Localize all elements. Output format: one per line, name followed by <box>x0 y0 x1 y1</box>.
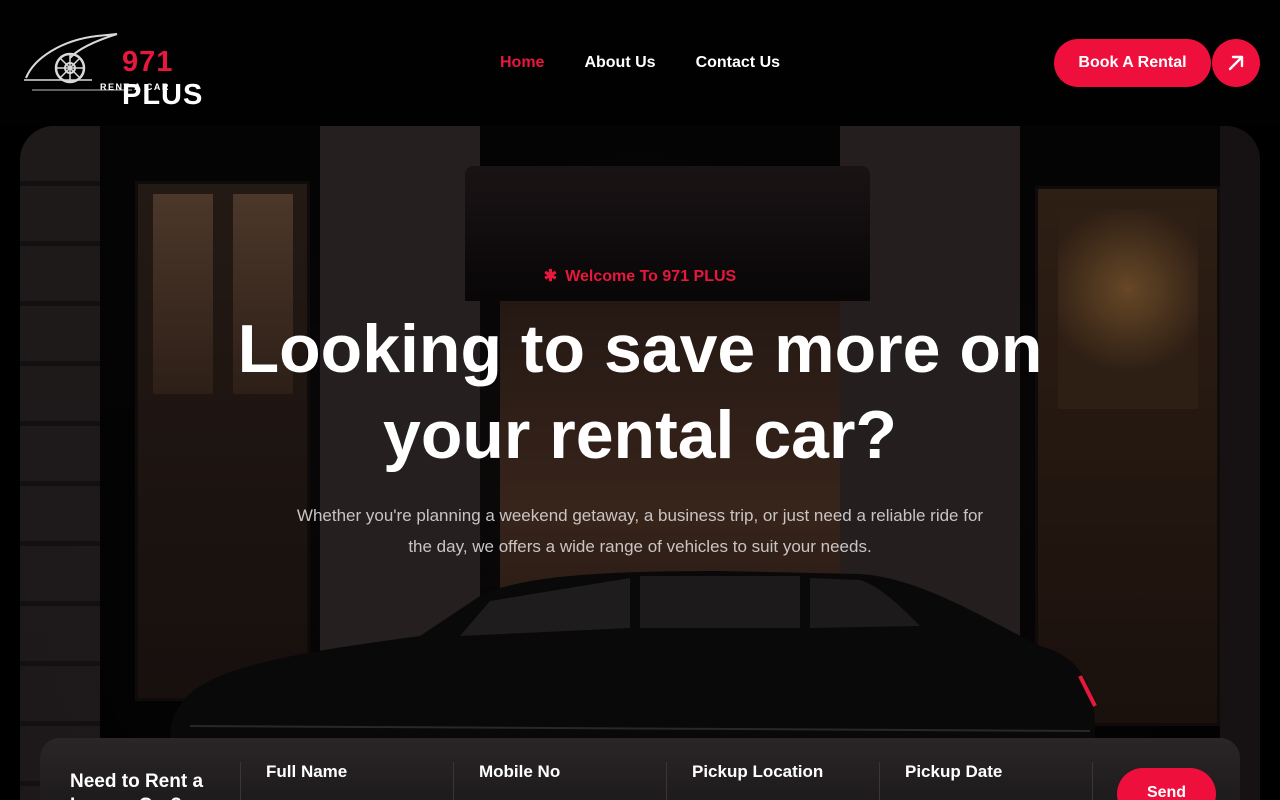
pickup-location-label: Pickup Location <box>692 762 824 781</box>
nav-item-about-us[interactable]: About Us <box>584 54 655 72</box>
hero-headline-line-1: Looking to save more on <box>237 311 1043 387</box>
welcome-tag: ✱ Welcome To 971 PLUS <box>20 266 1260 286</box>
send-button[interactable]: Send <box>1117 768 1216 800</box>
welcome-tag-text: Welcome To 971 PLUS <box>565 268 737 285</box>
hero-description-line-1: Whether you're planning a weekend getawa… <box>296 506 984 525</box>
hero-section: ✱ Welcome To 971 PLUS Looking to save mor… <box>20 126 1260 800</box>
nav-item-home[interactable]: Home <box>500 54 544 72</box>
hero-headline: Looking to save more on your rental car? <box>20 306 1260 478</box>
logo-number: 971 <box>122 46 174 78</box>
full-name-field[interactable]: Full Name <box>240 762 453 800</box>
pickup-date-field[interactable]: Pickup Date <box>879 762 1092 800</box>
pickup-location-field[interactable]: Pickup Location <box>666 762 879 800</box>
rental-form: Need to Rent a Luxury Car? Full Name Mob… <box>40 738 1240 800</box>
arrow-up-right-icon <box>1228 55 1244 71</box>
mobile-no-field[interactable]: Mobile No <box>453 762 666 800</box>
pickup-date-label: Pickup Date <box>905 762 1003 781</box>
hero-headline-line-2: your rental car? <box>383 397 897 473</box>
nav-item-contact-us[interactable]: Contact Us <box>696 54 780 72</box>
form-divider <box>1092 762 1093 800</box>
logo-wordmark: 971 PLUS <box>122 46 254 112</box>
logo-tagline: RENT A CAR <box>100 82 170 92</box>
site-logo[interactable]: 971 PLUS RENT A CAR <box>22 28 254 111</box>
asterisk-icon: ✱ <box>543 268 558 285</box>
mobile-no-label: Mobile No <box>479 762 561 781</box>
full-name-label: Full Name <box>266 762 348 781</box>
book-rental-arrow-button[interactable] <box>1212 39 1260 87</box>
hero-description: Whether you're planning a weekend getawa… <box>260 500 1020 562</box>
rental-form-title: Need to Rent a Luxury Car? <box>70 771 204 800</box>
main-nav: Home About Us Contact Us <box>500 54 780 72</box>
site-header: 971 PLUS RENT A CAR Home About Us Contac… <box>0 0 1280 126</box>
hero-description-line-2: the day, we offers a wide range of vehic… <box>408 537 872 556</box>
book-rental-button[interactable]: Book A Rental <box>1054 39 1211 87</box>
